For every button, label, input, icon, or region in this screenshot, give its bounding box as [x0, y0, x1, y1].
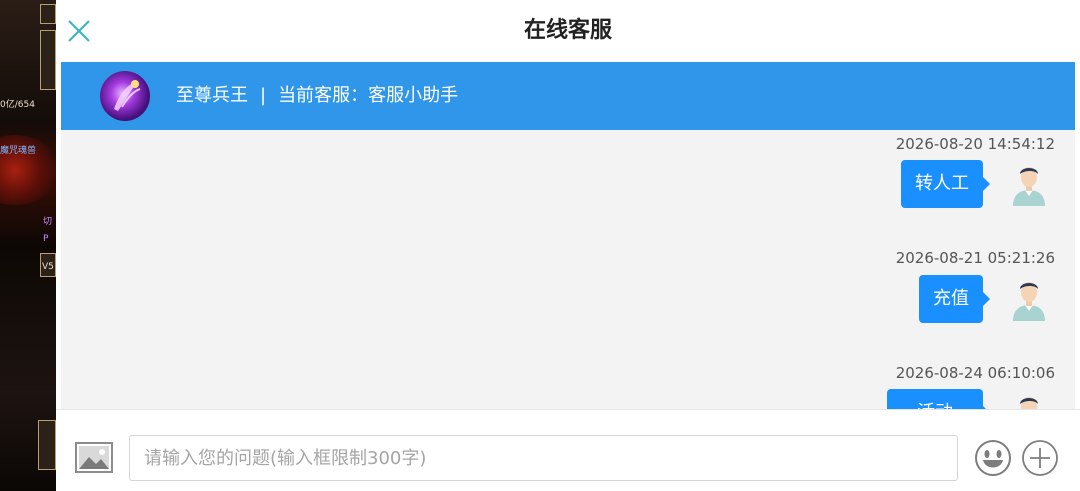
game-icon-slot: [40, 4, 56, 24]
message-bubble[interactable]: 活动: [887, 389, 990, 409]
close-button[interactable]: [66, 18, 92, 44]
game-background: 0亿/654 魔咒魂兽 切 P V5: [0, 0, 56, 491]
game-letter: 切: [43, 217, 53, 227]
game-icon-slot: [40, 30, 56, 90]
message-bubble[interactable]: 充值: [919, 275, 990, 323]
session-info-text: 至尊兵王 | 当前客服：客服小助手: [176, 62, 458, 130]
panel-header: 在线客服: [56, 0, 1080, 62]
emoji-icon: [975, 440, 1011, 476]
image-upload-icon: [75, 442, 113, 473]
info-separator: |: [260, 85, 267, 106]
server-name: 至尊兵王: [176, 85, 248, 106]
game-label-text: 魔咒魂兽: [0, 146, 37, 156]
game-letter: P: [43, 234, 49, 244]
message-bubble[interactable]: 转人工: [901, 160, 990, 208]
plus-icon: [1022, 440, 1058, 476]
page-title: 在线客服: [523, 18, 612, 43]
more-options-button[interactable]: [1021, 439, 1059, 477]
customer-avatar-icon: [1013, 282, 1045, 321]
close-icon: [68, 20, 90, 42]
message-input[interactable]: [129, 435, 958, 481]
customer-avatar-icon: [1013, 167, 1045, 206]
message-timestamp: 2026-08-24 06:10:06: [895, 364, 1055, 382]
chat-history[interactable]: 2026-08-20 14:54:12 转人工 2026-08-21 05:21…: [61, 130, 1075, 409]
game-logo-icon: [100, 71, 150, 121]
customer-avatar-icon: [1020, 397, 1038, 409]
game-icon-slot: [38, 420, 56, 470]
game-power-text: 0亿/654: [0, 100, 35, 110]
current-agent: 当前客服：客服小助手: [278, 85, 459, 106]
game-vip-text: V5: [42, 262, 54, 272]
composer-bar: [56, 409, 1080, 491]
image-upload-button[interactable]: [75, 442, 113, 473]
customer-service-panel: 在线客服 至尊兵王 | 当前客服：客服小助手 2026-08-20 14:54:12…: [56, 0, 1080, 491]
message-timestamp: 2026-08-21 05:21:26: [895, 249, 1055, 267]
message-timestamp: 2026-08-20 14:54:12: [895, 135, 1055, 153]
game-vip-badge: V5: [40, 253, 56, 277]
emoji-button[interactable]: [974, 439, 1012, 477]
session-info-bar: 至尊兵王 | 当前客服：客服小助手: [61, 62, 1075, 130]
